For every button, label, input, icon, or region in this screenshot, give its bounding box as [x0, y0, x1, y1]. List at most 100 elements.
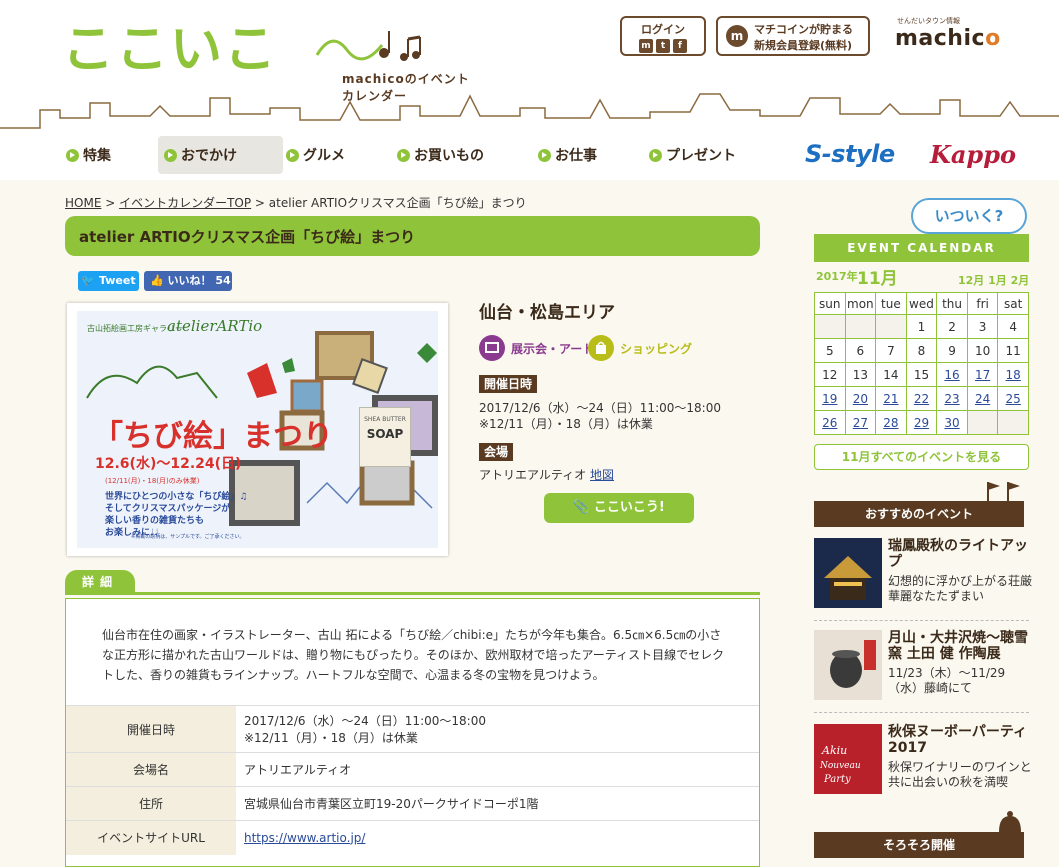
nav-item-job[interactable]: お仕事	[532, 136, 597, 174]
recommended-event-item[interactable]: 瑞鳳殿秋のライトアップ 幻想的に浮かび上がる荘厳華麗なたたずまい	[814, 538, 1033, 618]
poster-note: ※掲載の絵柄は、サンプルです。ご了承ください。	[131, 534, 245, 540]
event-desc: 幻想的に浮かび上がる荘厳華麗なたたずまい	[888, 574, 1033, 603]
detail-description: 仙台市在住の画家・イラストレーター、古山 拓による「ちび絵／chibi:e」たち…	[102, 628, 725, 682]
soap-text: SOAP	[366, 427, 404, 441]
upcoming-events-header: そろそろ開催	[814, 832, 1024, 858]
map-link[interactable]: 地図	[590, 468, 614, 482]
monitor-icon	[479, 335, 505, 361]
calendar-day-link[interactable]: 17	[966, 362, 999, 387]
all-month-events-button[interactable]: 11月すべてのイベントを見る	[814, 444, 1029, 470]
breadcrumb-home-link[interactable]: HOME	[65, 196, 101, 210]
breadcrumb-separator: >	[251, 196, 269, 210]
event-calendar: sun mon tue wed thu fri sat 1 2 3 4 5 6 …	[814, 292, 1029, 435]
detail-key: 会場名	[66, 752, 236, 787]
calendar-day-link[interactable]: 29	[905, 410, 938, 435]
calendar-day-link[interactable]: 30	[936, 410, 968, 435]
event-thumbnail	[814, 538, 882, 608]
calendar-day-link[interactable]: 28	[875, 410, 907, 435]
calendar-day-empty	[814, 314, 846, 339]
event-thumbnail	[814, 630, 882, 700]
facebook-like-button[interactable]: 👍 いいね！ 54	[144, 271, 232, 291]
calendar-dow-row: sun mon tue wed thu fri sat	[814, 292, 1029, 315]
category-art-link[interactable]: 展示会・アート	[479, 335, 594, 361]
event-title: 秋保ヌーボーパーティ2017	[888, 724, 1028, 756]
nav-label: お買いもの	[414, 148, 484, 164]
sstyle-logo-link[interactable]: S-style	[805, 140, 895, 168]
like-label: いいね！ 54	[167, 274, 231, 287]
machico-login-icon[interactable]: m	[639, 39, 653, 53]
flag-icon	[987, 482, 1020, 502]
nav-item-present[interactable]: プレゼント	[643, 136, 736, 174]
calendar-day-link[interactable]: 20	[844, 386, 877, 411]
site-logo[interactable]: ここいこ machicoのイベントカレンダー	[62, 20, 482, 103]
calendar-day-link[interactable]: 19	[814, 386, 846, 411]
event-site-link[interactable]: https://www.artio.jp/	[244, 831, 365, 845]
machico-logo[interactable]: せんだいタウン情報 machico	[895, 16, 1025, 56]
table-row: 会場名 アトリエアルティオ	[66, 752, 759, 787]
detail-value: アトリエアルティオ	[236, 752, 759, 787]
category-label: 展示会・アート	[511, 341, 595, 356]
facebook-login-icon[interactable]: f	[673, 39, 687, 53]
calendar-week: 12 13 14 15 16 17 18	[814, 362, 1029, 387]
breadcrumb: HOME > イベントカレンダーTOP > atelier ARTIOクリスマス…	[65, 194, 527, 211]
calendar-week: 19 20 21 22 23 24 25	[814, 386, 1029, 411]
nav-item-outing[interactable]: おでかけ	[158, 136, 283, 174]
tweet-button[interactable]: 🐦 Tweet	[78, 271, 139, 291]
register-button[interactable]: m マチコインが貯まる 新規会員登録(無料)	[716, 16, 870, 56]
svg-text:Party: Party	[823, 774, 851, 785]
twitter-bird-icon: 🐦	[81, 274, 96, 287]
calendar-week: 1 2 3 4	[814, 314, 1029, 339]
kappo-logo-link[interactable]: Kappo	[930, 140, 1016, 169]
nav-item-shopping[interactable]: お買いもの	[391, 136, 484, 174]
table-row: イベントサイトURL https://www.artio.jp/	[66, 820, 759, 855]
calendar-day-link[interactable]: 27	[844, 410, 877, 435]
calendar-day-link[interactable]: 24	[966, 386, 999, 411]
detail-key: 開催日時	[66, 705, 236, 753]
recommended-event-item[interactable]: Akiu Nouveau Party 秋保ヌーボーパーティ2017 秋保ワイナリ…	[814, 724, 1032, 804]
calendar-day-empty	[875, 314, 907, 339]
category-shopping-link[interactable]: ショッピング	[588, 335, 692, 361]
breadcrumb-current: atelier ARTIOクリスマス企画「ちび絵」まつり	[268, 196, 527, 210]
calendar-day-link[interactable]: 16	[936, 362, 968, 387]
table-row: 住所 宮城県仙台市青葉区立町19-20パークサイドコーポ1階	[66, 786, 759, 821]
calendar-other-months[interactable]: 12月 1月 2月	[958, 272, 1029, 288]
calendar-day-link[interactable]: 21	[875, 386, 907, 411]
calendar-day: 9	[936, 338, 968, 363]
calendar-day-link[interactable]: 25	[997, 386, 1029, 411]
arrow-circle-icon	[66, 148, 79, 162]
calendar-day: 8	[905, 338, 938, 363]
calendar-day-link[interactable]: 18	[997, 362, 1029, 387]
nav-label: お仕事	[555, 148, 597, 164]
svg-text:Nouveau: Nouveau	[819, 761, 861, 771]
nav-label: おでかけ	[181, 148, 237, 164]
divider	[814, 712, 1029, 713]
calendar-month: 11月	[857, 269, 898, 289]
breadcrumb-separator: >	[101, 196, 120, 210]
nav-label: グルメ	[303, 148, 345, 164]
event-title: 月山・大井沢焼～聴雪窯 土田 健 作陶展	[888, 630, 1028, 662]
poster-dates: 12.6(水)～12.24(日)	[95, 456, 242, 472]
koko-ikou-button[interactable]: 📎 ここいこう!	[544, 493, 694, 523]
breadcrumb-calendar-link[interactable]: イベントカレンダーTOP	[119, 196, 251, 210]
register-line2: 新規会員登録(無料)	[754, 39, 853, 52]
calendar-day-link[interactable]: 23	[936, 386, 968, 411]
koko-label: ここいこう!	[593, 500, 665, 515]
event-title: 瑞鳳殿秋のライトアップ	[888, 538, 1028, 570]
recommended-event-item[interactable]: 月山・大井沢焼～聴雪窯 土田 健 作陶展 11/23（木）～11/29（水）藤崎…	[814, 630, 1029, 710]
nav-label: 特集	[83, 148, 111, 164]
date-note: ※12/11（月）・18（月）は休業	[479, 417, 653, 431]
arrow-circle-icon	[397, 148, 410, 162]
event-title-band: atelier ARTIOクリスマス企画「ちび絵」まつり	[65, 216, 760, 256]
twitter-login-icon[interactable]: t	[656, 39, 670, 53]
login-button[interactable]: ログイン m t f	[620, 16, 706, 56]
town-skyline-illustration	[0, 93, 1059, 132]
calendar-dow: wed	[905, 292, 938, 315]
calendar-dow: tue	[875, 292, 907, 315]
svg-text:Akiu: Akiu	[821, 744, 847, 757]
calendar-week: 5 6 7 8 9 10 11	[814, 338, 1029, 363]
nav-item-feature[interactable]: 特集	[60, 136, 111, 174]
arrow-circle-icon	[649, 148, 662, 162]
calendar-day-link[interactable]: 22	[905, 386, 938, 411]
calendar-day-link[interactable]: 26	[814, 410, 846, 435]
nav-item-gourmet[interactable]: グルメ	[280, 136, 345, 174]
